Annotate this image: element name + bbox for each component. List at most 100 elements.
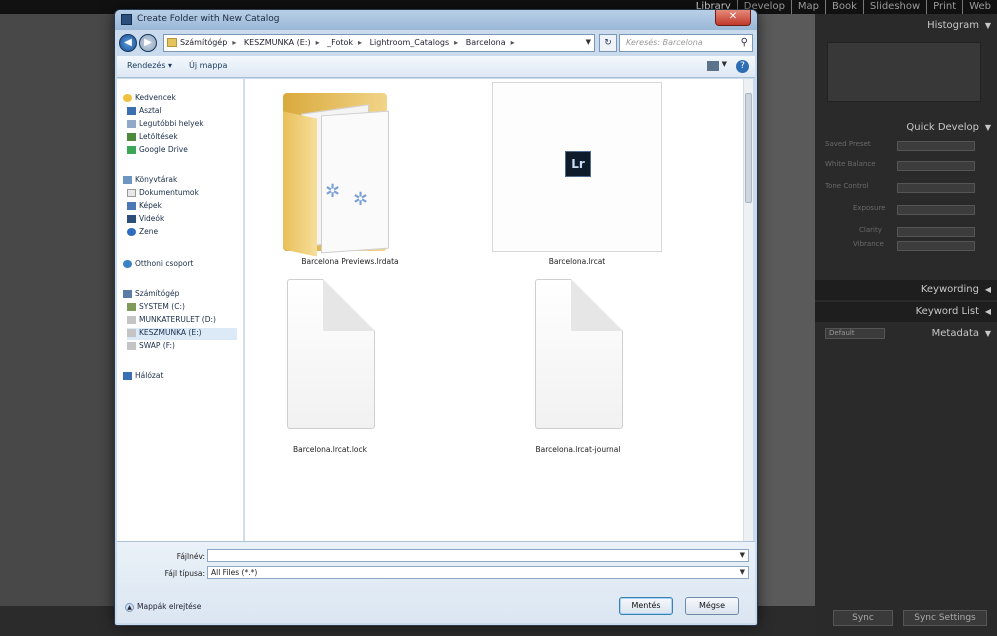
nav-drive-c[interactable]: SYSTEM (C:) — [127, 302, 185, 314]
metadata-preset-select[interactable]: Default — [825, 328, 885, 339]
nav-homegroup[interactable]: Otthoni csoport — [123, 259, 193, 271]
left-panel — [0, 14, 115, 606]
nav-downloads[interactable]: Letöltések — [127, 132, 178, 144]
module-web[interactable]: Web — [962, 0, 997, 14]
save-options-panel: Fájlnév: ▼ Fájl típusa: All Files (*.*) … — [117, 541, 755, 623]
nav-drive-e[interactable]: KESZMUNKA (E:) — [127, 328, 237, 340]
collapse-arrow-icon[interactable]: ▼ — [985, 123, 991, 132]
exposure-row: Exposure — [825, 204, 983, 216]
quick-develop-header[interactable]: Quick Develop — [906, 122, 979, 133]
breadcrumb: Számítógép ▸ KESZMUNKA (E:) ▸ _Fotok ▸ Ligh… — [180, 38, 515, 47]
clarity-stepper[interactable] — [897, 227, 975, 237]
search-icon[interactable]: ⚲ — [741, 37, 748, 48]
file-list: ✲ ✲ Barcelona Previews.lrdata Lr Barcelo… — [245, 79, 743, 541]
videos-icon — [127, 215, 136, 223]
saved-preset-select[interactable] — [897, 141, 975, 151]
vertical-scrollbar[interactable] — [743, 79, 753, 541]
metadata-header[interactable]: Metadata — [932, 328, 979, 339]
organize-button[interactable]: Rendezés ▾ — [127, 61, 172, 70]
chevron-down-icon[interactable]: ▼ — [740, 550, 745, 561]
breadcrumb-lightroom-catalogs[interactable]: Lightroom_Catalogs — [370, 38, 450, 47]
nav-desktop[interactable]: Asztal — [127, 106, 162, 118]
breadcrumb-drive[interactable]: KESZMUNKA (E:) — [244, 38, 311, 47]
save-button[interactable]: Mentés — [619, 597, 673, 615]
keyword-list-header[interactable]: Keyword List — [916, 306, 979, 317]
chevron-down-icon[interactable]: ▼ — [722, 60, 727, 68]
nav-pictures[interactable]: Képek — [127, 201, 162, 213]
expand-arrow-icon[interactable]: ◀ — [985, 285, 991, 294]
network-icon — [123, 372, 132, 380]
gear-icon: ✲ — [353, 189, 369, 210]
filetype-select[interactable]: All Files (*.*) ▼ — [207, 566, 749, 579]
drive-icon — [127, 329, 136, 337]
address-bar[interactable]: Számítógép ▸ KESZMUNKA (E:) ▸ _Fotok ▸ Ligh… — [163, 34, 595, 52]
downloads-icon — [127, 133, 136, 141]
search-input[interactable]: Keresés: Barcelona ⚲ — [619, 34, 753, 52]
clarity-row: Clarity — [825, 226, 983, 238]
lightroom-app-icon — [121, 14, 132, 25]
auto-tone-button[interactable] — [897, 183, 975, 193]
google-drive-icon — [127, 146, 136, 154]
file-item-lock[interactable]: Barcelona.lrcat.lock — [245, 279, 415, 479]
breadcrumb-barcelona[interactable]: Barcelona — [466, 38, 506, 47]
breadcrumb-fotok[interactable]: _Fotok — [327, 38, 353, 47]
nav-computer[interactable]: Számítógép — [123, 289, 179, 301]
star-icon — [123, 94, 132, 102]
nav-google-drive[interactable]: Google Drive — [127, 145, 188, 157]
scrollbar-thumb[interactable] — [745, 93, 752, 203]
module-slideshow[interactable]: Slideshow — [862, 0, 926, 14]
white-balance-row: White Balance — [825, 160, 983, 172]
nav-drive-f[interactable]: SWAP (F:) — [127, 341, 175, 353]
nav-favorites[interactable]: Kedvencek — [123, 93, 176, 105]
saved-preset-row: Saved Preset — [825, 140, 983, 152]
pictures-icon — [127, 202, 136, 210]
file-name: Barcelona Previews.lrdata — [301, 257, 399, 266]
forward-arrow-icon[interactable]: ▶ — [139, 34, 157, 52]
collapse-arrow-icon[interactable]: ▼ — [985, 329, 991, 338]
histogram-header[interactable]: Histogram — [927, 20, 979, 31]
cancel-button[interactable]: Mégse — [685, 597, 739, 615]
file-item-journal[interactable]: Barcelona.lrcat-journal — [493, 279, 663, 479]
filetype-label: Fájl típusa: — [164, 569, 205, 578]
navigation-pane: Kedvencek Asztal Legutóbbi helyek Letölt… — [117, 79, 244, 541]
module-book[interactable]: Book — [825, 0, 863, 14]
chevron-down-icon[interactable]: ▼ — [740, 567, 745, 578]
nav-drive-d[interactable]: MUNKATERULET (D:) — [127, 315, 216, 327]
white-balance-select[interactable] — [897, 161, 975, 171]
keywording-header[interactable]: Keywording — [921, 284, 979, 295]
vibrance-stepper[interactable] — [897, 241, 975, 251]
music-icon — [127, 228, 136, 236]
chevron-down-icon[interactable]: ▼ — [586, 38, 591, 46]
filename-label: Fájlnév: — [176, 552, 205, 561]
nav-recent-places[interactable]: Legutóbbi helyek — [127, 119, 204, 131]
desktop-icon — [127, 107, 136, 115]
help-icon[interactable]: ? — [736, 60, 749, 73]
dialog-titlebar[interactable]: Create Folder with New Catalog ✕ — [115, 10, 757, 30]
homegroup-icon — [123, 260, 132, 268]
nav-music[interactable]: Zene — [127, 227, 158, 239]
nav-libraries[interactable]: Könyvtárak — [123, 175, 177, 187]
new-folder-button[interactable]: Új mappa — [189, 61, 227, 70]
file-item-lrcat[interactable]: Lr Barcelona.lrcat — [492, 82, 662, 272]
recent-places-icon — [127, 120, 136, 128]
expand-arrow-icon[interactable]: ◀ — [985, 307, 991, 316]
documents-icon — [127, 189, 136, 197]
file-item-previews-folder[interactable]: ✲ ✲ Barcelona Previews.lrdata — [265, 85, 435, 275]
file-name: Barcelona.lrcat-journal — [535, 445, 621, 454]
nav-documents[interactable]: Dokumentumok — [127, 188, 199, 200]
sync-button[interactable]: Sync — [833, 610, 893, 626]
close-button[interactable]: ✕ — [715, 10, 751, 26]
hide-folders-toggle[interactable]: ▲ Mappák elrejtése — [125, 602, 201, 612]
module-print[interactable]: Print — [926, 0, 962, 14]
refresh-icon[interactable]: ↻ — [599, 34, 617, 52]
sync-settings-button[interactable]: Sync Settings — [903, 610, 987, 626]
nav-network[interactable]: Hálózat — [123, 371, 163, 383]
nav-videos[interactable]: Videók — [127, 214, 164, 226]
collapse-arrow-icon[interactable]: ▼ — [985, 21, 991, 30]
back-arrow-icon[interactable]: ◀ — [119, 34, 137, 52]
view-options-icon[interactable] — [707, 61, 719, 71]
exposure-stepper[interactable] — [897, 205, 975, 215]
breadcrumb-computer[interactable]: Számítógép — [180, 38, 227, 47]
filename-input[interactable]: ▼ — [207, 549, 749, 562]
module-map[interactable]: Map — [790, 0, 825, 14]
